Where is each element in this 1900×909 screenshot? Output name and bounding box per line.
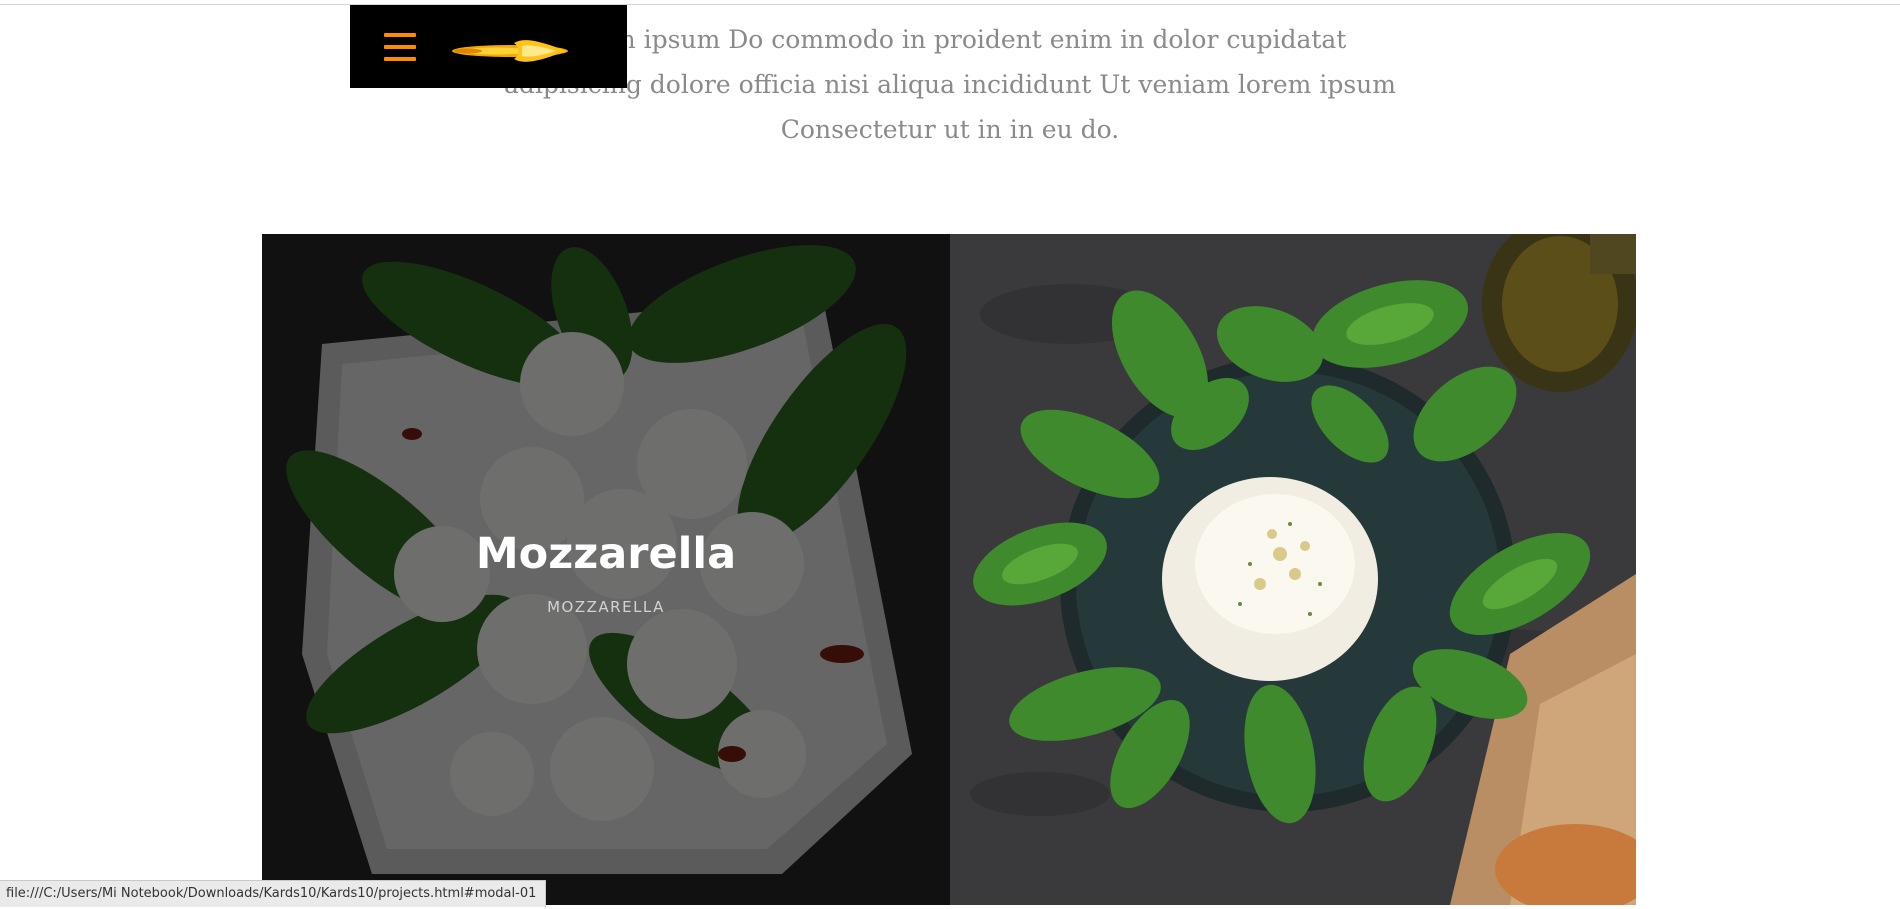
hamburger-menu-icon[interactable] [384, 33, 416, 61]
project-card-mozzarella[interactable]: Mozzarella MOZZARELLA [262, 234, 950, 905]
card-title: Mozzarella [475, 529, 737, 579]
project-card-burrata[interactable] [950, 234, 1636, 905]
project-gallery: Mozzarella MOZZARELLA [262, 234, 1636, 905]
flame-logo-icon[interactable] [448, 31, 568, 71]
burrata-photo [950, 234, 1636, 905]
browser-status-bar: file:///C:/Users/Mi Notebook/Downloads/K… [0, 880, 547, 907]
navbar [350, 5, 627, 88]
top-divider [0, 4, 1900, 5]
intro-line-3: Consectetur ut in in eu do. [780, 115, 1120, 144]
card-subtitle: MOZZARELLA [547, 598, 665, 616]
